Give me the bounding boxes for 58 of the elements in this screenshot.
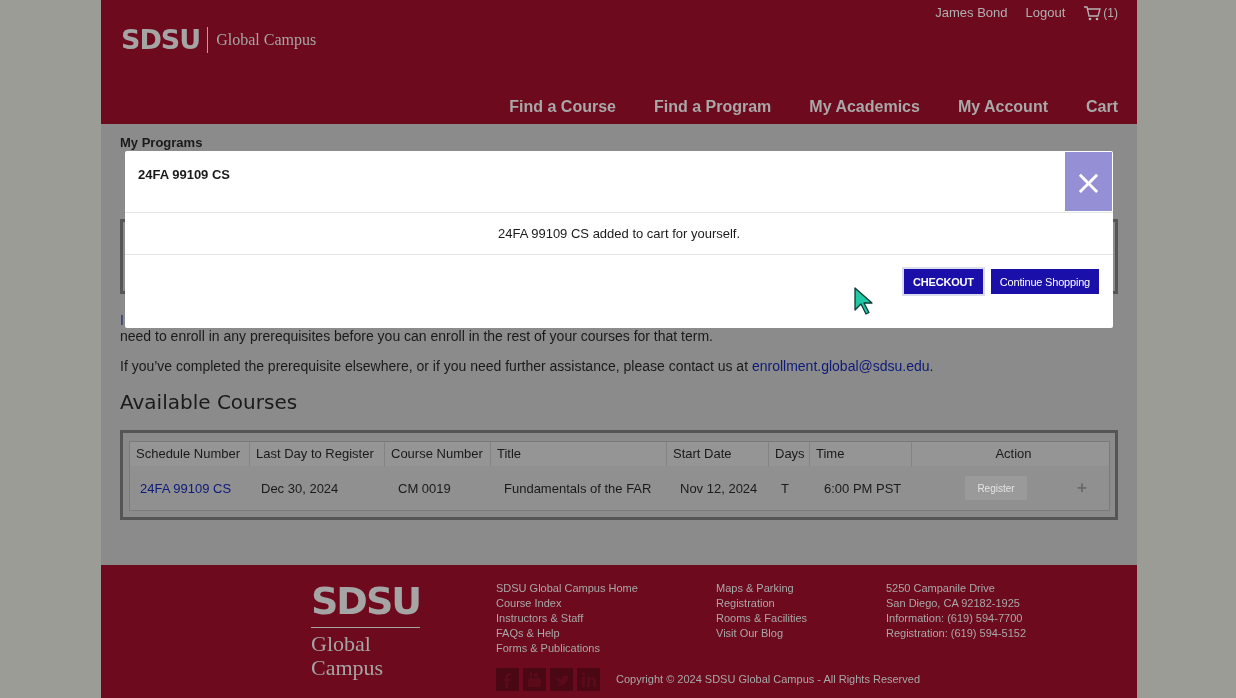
user-link[interactable]: Logout [1025, 5, 1066, 21]
nav-link[interactable]: My Academics [809, 98, 920, 116]
column-header: Time [810, 442, 912, 466]
cart-count-link[interactable]: (1) [1083, 5, 1118, 21]
email-link[interactable]: enrollment.global@sdsu.edu [751, 358, 930, 374]
logo-text[interactable]: SDSU [121, 27, 209, 53]
column-header: Last Day to Register [250, 442, 385, 466]
nav-link[interactable]: Cart [1086, 98, 1118, 116]
footer-link[interactable]: Forms & Publications [496, 641, 600, 656]
column-header: Title [491, 442, 667, 466]
footer-link[interactable]: Maps & Parking [716, 581, 794, 596]
video-icon[interactable] [523, 668, 546, 691]
close-button[interactable]: × [1065, 152, 1112, 211]
table-cell-text: CM 0019 [397, 480, 452, 496]
footer-link[interactable]: Instructors & Staff [496, 611, 584, 626]
nav-link[interactable]: Find a Course [509, 98, 616, 116]
column-header: Days [769, 442, 810, 466]
logo-subtitle: Global Campus [216, 31, 317, 49]
modal-title: 24FA 99109 CS [138, 167, 231, 182]
linkedin-icon[interactable] [577, 668, 600, 691]
paragraph-text: I [120, 312, 124, 328]
address-line: Registration: (619) 594-5152 [886, 626, 1027, 641]
modal-message: 24FA 99109 CS added to cart for yourself. [125, 213, 1113, 255]
address-line: 5250 Campanile Drive [886, 581, 995, 596]
address-line: Information: (619) 594-7700 [886, 611, 1023, 626]
footer-logo-subtitle: Global Campus [311, 632, 384, 680]
user-link[interactable]: James Bond [935, 5, 1008, 21]
pointer-icon [853, 286, 875, 316]
table-cell-text: Fundamentals of the FAR [503, 480, 653, 496]
footer-link[interactable]: FAQs & Help [496, 626, 560, 641]
footer-link[interactable]: Rooms & Facilities [716, 611, 808, 626]
table-cell-text: Dec 30, 2024 [260, 480, 340, 496]
footer-link[interactable]: Visit Our Blog [716, 626, 784, 641]
footer-logo-text[interactable]: SDSU [311, 581, 421, 628]
schedule-link[interactable]: 24FA 99109 CS [130, 480, 250, 496]
contact-text: If you’ve completed the prerequisite elsewhere, or if you need further assistance, please contact us at enrollment.global@sdsu.edu. [120, 358, 934, 374]
column-header: Action [994, 445, 1033, 463]
column-header: Course Number [385, 442, 491, 466]
continue-shopping-button[interactable]: Continue Shopping [990, 269, 1099, 294]
address-line: San Diego, CA 92182-1925 [886, 596, 1020, 611]
footer-link[interactable]: Registration [716, 596, 775, 611]
cart-icon [1083, 5, 1102, 21]
table-cell-text: 6:00 PM PST [823, 480, 903, 496]
table-cell-text: T [780, 480, 790, 496]
footer-link[interactable]: Course Index [496, 596, 562, 611]
facebook-icon[interactable] [496, 668, 519, 691]
bird-icon[interactable] [550, 668, 573, 691]
column-header: Schedule Number [130, 442, 250, 466]
nav-link[interactable]: My Account [957, 98, 1048, 116]
table-cell-text: Nov 12, 2024 [679, 480, 759, 496]
breadcrumb[interactable]: My Programs [120, 135, 203, 150]
section-title: Available Courses [120, 390, 298, 414]
paragraph-text: need to enroll in any prerequisites before you can enroll in the rest of your courses for that term. [120, 328, 713, 344]
copyright-text: Copyright © 2024 SDSU Global Campus - All Rights Reserved [616, 673, 920, 685]
column-header: Start Date [667, 442, 769, 466]
nav-link[interactable]: Find a Program [653, 98, 772, 116]
footer-link[interactable]: SDSU Global Campus Home [496, 581, 638, 596]
checkout-button[interactable]: CHECKOUT [904, 269, 983, 294]
